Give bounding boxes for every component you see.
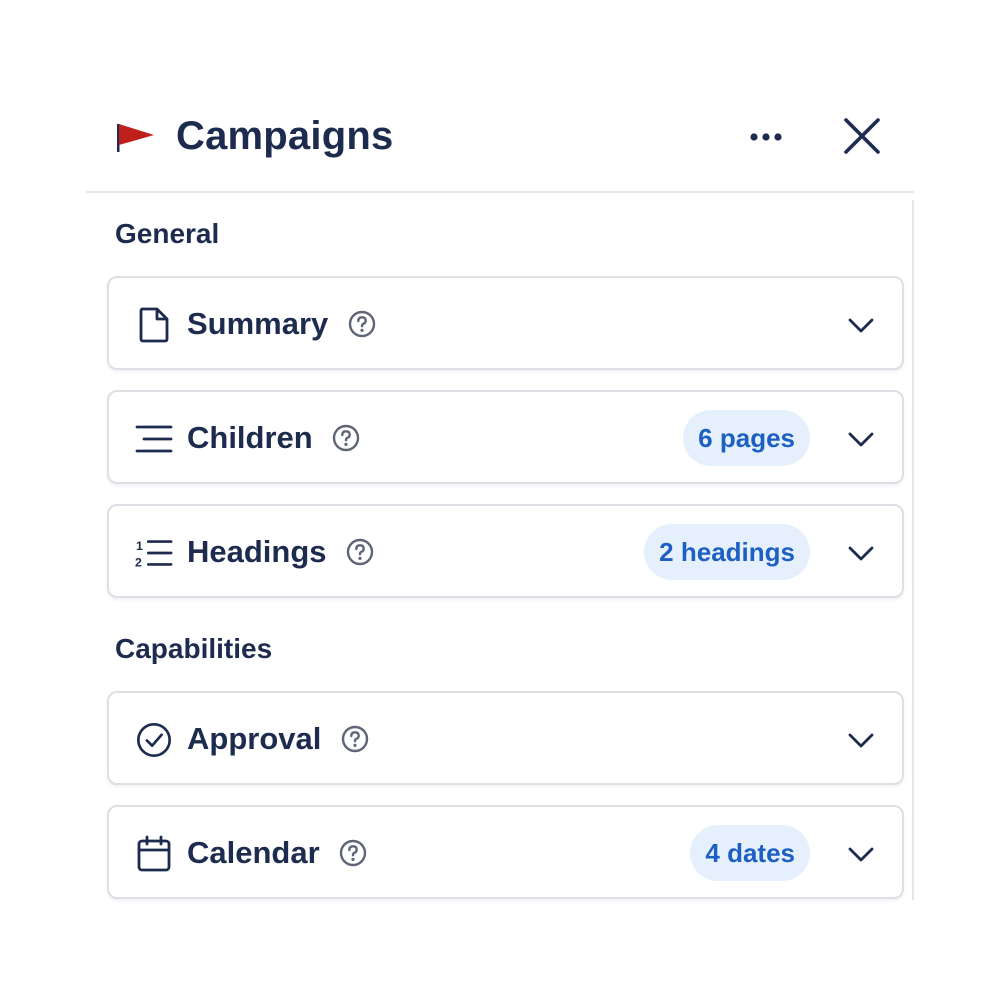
section-title-general: General xyxy=(115,218,220,249)
flag-icon xyxy=(117,124,154,152)
section-title-capabilities: Capabilities xyxy=(115,633,273,664)
count-badge: 4 dates xyxy=(690,825,810,881)
campaigns-panel: Campaigns General Summary Children 6 pag… xyxy=(86,90,914,900)
close-icon xyxy=(844,118,880,154)
card-approval[interactable]: Approval xyxy=(107,691,904,785)
chevron-down-icon[interactable] xyxy=(846,725,876,755)
divider xyxy=(912,200,914,900)
card-children[interactable]: Children 6 pages xyxy=(107,390,904,484)
chevron-down-icon[interactable] xyxy=(846,424,876,454)
help-icon[interactable] xyxy=(340,724,370,754)
help-icon[interactable] xyxy=(345,537,375,567)
card-label: Children xyxy=(187,420,313,455)
card-summary[interactable]: Summary xyxy=(107,276,904,370)
chevron-down-icon[interactable] xyxy=(846,538,876,568)
count-badge: 2 headings xyxy=(644,524,810,580)
card-headings[interactable]: 1 2 Headings 2 headings xyxy=(107,504,904,598)
count-badge: 6 pages xyxy=(683,410,810,466)
close-button[interactable] xyxy=(838,112,886,160)
card-label: Calendar xyxy=(187,835,320,870)
card-calendar[interactable]: Calendar 4 dates xyxy=(107,805,904,899)
calendar-icon xyxy=(137,835,171,872)
check-circle-icon xyxy=(136,722,172,758)
chevron-down-icon[interactable] xyxy=(846,310,876,340)
chevron-down-icon[interactable] xyxy=(846,839,876,869)
panel-header: Campaigns xyxy=(86,90,914,193)
svg-text:1: 1 xyxy=(136,539,143,553)
help-icon[interactable] xyxy=(338,838,368,868)
page-title: Campaigns xyxy=(176,114,394,158)
lines-icon xyxy=(135,425,173,453)
more-button[interactable] xyxy=(742,120,790,154)
card-label: Approval xyxy=(187,721,322,756)
svg-text:2: 2 xyxy=(135,555,142,569)
numbered-list-icon: 1 2 xyxy=(135,539,173,569)
help-icon[interactable] xyxy=(347,309,377,339)
file-icon xyxy=(139,307,169,343)
help-icon[interactable] xyxy=(331,423,361,453)
card-label: Headings xyxy=(187,534,327,569)
more-horizontal-icon xyxy=(750,133,782,141)
card-label: Summary xyxy=(187,306,329,341)
